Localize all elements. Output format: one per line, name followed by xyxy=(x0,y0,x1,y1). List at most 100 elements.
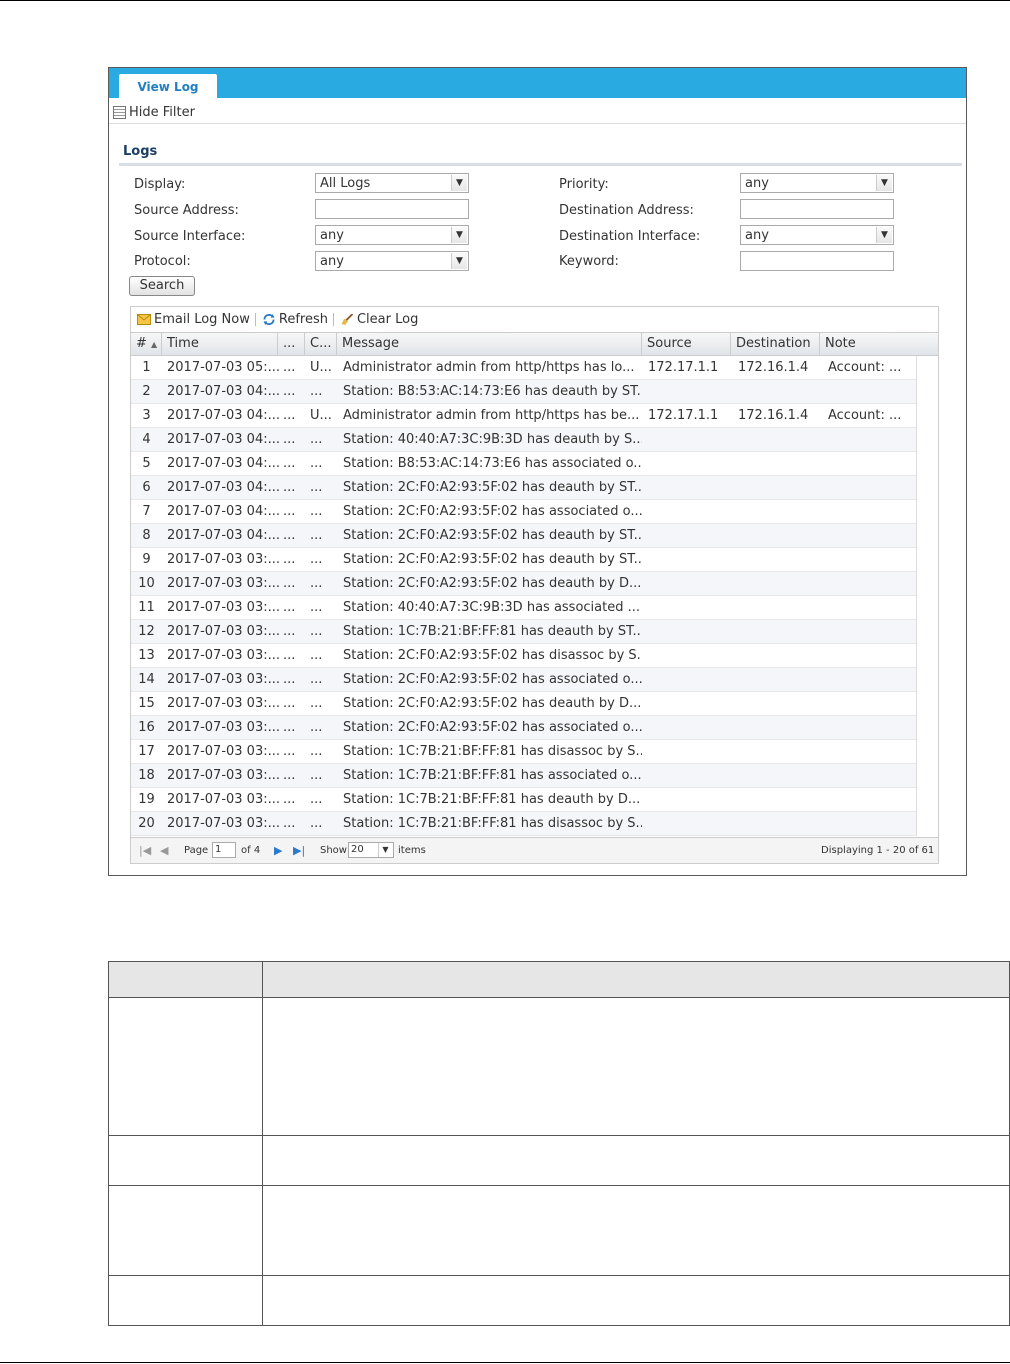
source-interface-select[interactable]: any ▼ xyxy=(315,225,469,245)
row-message: Administrator admin from http/https has … xyxy=(343,360,635,375)
source-address-input[interactable] xyxy=(315,199,469,219)
email-log-now-button[interactable]: Email Log Now xyxy=(137,312,250,327)
col-header-category[interactable]: C... xyxy=(305,333,337,355)
destination-address-input[interactable] xyxy=(740,199,894,219)
row-time: 2017-07-03 03:... xyxy=(167,744,279,759)
row-priority: ... xyxy=(283,624,296,639)
protocol-select[interactable]: any ▼ xyxy=(315,251,469,271)
row-note: Account: ... xyxy=(828,408,902,423)
row-priority: ... xyxy=(283,360,296,375)
row-number: 14 xyxy=(138,672,155,687)
page-size-select[interactable]: 20 ▼ xyxy=(348,842,394,858)
row-destination xyxy=(738,596,820,619)
row-message: Station: 40:40:A7:3C:9B:3D has associate… xyxy=(343,600,641,615)
display-label: Display: xyxy=(134,177,186,192)
display-select[interactable]: All Logs ▼ xyxy=(315,173,469,193)
toolbar-separator xyxy=(254,313,256,326)
table-row[interactable]: 16 2017-07-03 03:......... Station: 2C:F0:… xyxy=(131,716,916,740)
col-number-label: # xyxy=(136,336,147,351)
row-category: ... xyxy=(310,576,323,591)
table-row[interactable]: 12 2017-07-03 03:......... Station: 1C:7B:… xyxy=(131,620,916,644)
table-row[interactable]: 5 2017-07-03 04:......... Station: B8:53:A… xyxy=(131,452,916,476)
tab-view-log[interactable]: View Log xyxy=(119,74,217,98)
table-row[interactable]: 17 2017-07-03 03:......... Station: 1C:7B:… xyxy=(131,740,916,764)
table-row[interactable]: 2 2017-07-03 04:......... Station: B8:53:A… xyxy=(131,380,916,404)
row-number: 1 xyxy=(142,360,151,375)
search-button[interactable]: Search xyxy=(129,276,195,296)
row-priority: ... xyxy=(283,528,296,543)
hide-filter-label: Hide Filter xyxy=(129,104,195,120)
row-destination xyxy=(738,428,820,451)
table-row[interactable]: 7 2017-07-03 04:......... Station: 2C:F0:A… xyxy=(131,500,916,524)
row-number: 13 xyxy=(138,648,155,663)
first-page-icon[interactable]: |◀ xyxy=(139,844,151,857)
col-header-source[interactable]: Source xyxy=(642,333,731,355)
table-row[interactable]: 19 2017-07-03 03:......... Station: 1C:7B:… xyxy=(131,788,916,812)
row-priority: ... xyxy=(283,384,296,399)
table-row[interactable]: 1 2017-07-03 05:...... U... Administrator a… xyxy=(131,356,916,380)
table-row[interactable]: 6 2017-07-03 04:......... Station: 2C:F0:A… xyxy=(131,476,916,500)
row-destination xyxy=(738,644,820,667)
row-time: 2017-07-03 04:... xyxy=(167,432,279,447)
row-message: Station: 1C:7B:21:BF:FF:81 has deauth by… xyxy=(343,624,642,639)
col-header-priority[interactable]: ... xyxy=(278,333,305,355)
table-row[interactable]: 8 2017-07-03 04:......... Station: 2C:F0:A… xyxy=(131,524,916,548)
table-row[interactable]: 13 2017-07-03 03:......... Station: 2C:F0:… xyxy=(131,644,916,668)
row-time: 2017-07-03 03:... xyxy=(167,768,279,783)
row-time: 2017-07-03 03:... xyxy=(167,720,279,735)
row-message: Station: 2C:F0:A2:93:5F:02 has deauth by… xyxy=(343,696,642,711)
page-number-input[interactable]: 1 xyxy=(212,842,236,858)
destination-interface-select[interactable]: any ▼ xyxy=(740,225,894,245)
row-category: ... xyxy=(310,384,323,399)
row-source xyxy=(648,452,731,475)
table-row[interactable]: 3 2017-07-03 04:...... U... Administrator a… xyxy=(131,404,916,428)
row-category: ... xyxy=(310,552,323,567)
col-header-time[interactable]: Time xyxy=(162,333,278,355)
table-row[interactable]: 10 2017-07-03 03:......... Station: 2C:F0:… xyxy=(131,572,916,596)
refresh-button[interactable]: Refresh xyxy=(262,312,328,327)
priority-value: any xyxy=(745,176,769,191)
table-row[interactable]: 20 2017-07-03 03:......... Station: 1C:7B:… xyxy=(131,812,916,836)
grid-body: 1 2017-07-03 05:...... U... Administrator a… xyxy=(131,356,916,836)
row-note xyxy=(828,692,916,715)
table-row[interactable]: 9 2017-07-03 03:......... Station: 2C:F0:A… xyxy=(131,548,916,572)
section-title: Logs xyxy=(123,144,158,159)
col-header-destination[interactable]: Destination xyxy=(731,333,820,355)
chevron-down-icon: ▼ xyxy=(451,227,467,243)
row-destination xyxy=(738,572,820,595)
table-row[interactable]: 11 2017-07-03 03:......... Station: 40:40:… xyxy=(131,596,916,620)
col-header-message[interactable]: Message xyxy=(337,333,642,355)
row-source xyxy=(648,644,731,667)
prev-page-icon[interactable]: ◀ xyxy=(160,844,168,857)
row-source: 172.17.1.1 xyxy=(648,360,719,375)
next-page-icon[interactable]: ▶ xyxy=(274,844,282,857)
col-header-number[interactable]: # ▲ xyxy=(131,333,162,355)
row-note xyxy=(828,716,916,739)
row-time: 2017-07-03 04:... xyxy=(167,384,279,399)
table-row[interactable]: 15 2017-07-03 03:......... Station: 2C:F0:… xyxy=(131,692,916,716)
row-destination xyxy=(738,668,820,691)
hide-filter-toggle[interactable]: Hide Filter xyxy=(113,104,195,120)
row-priority: ... xyxy=(283,456,296,471)
row-time: 2017-07-03 04:... xyxy=(167,408,279,423)
table-row[interactable]: 4 2017-07-03 04:......... Station: 40:40:A… xyxy=(131,428,916,452)
col-header-note[interactable]: Note xyxy=(820,333,938,355)
row-category: ... xyxy=(310,792,323,807)
email-log-now-label: Email Log Now xyxy=(154,312,250,327)
keyword-input[interactable] xyxy=(740,251,894,271)
table-row[interactable]: 14 2017-07-03 03:......... Station: 2C:F0:… xyxy=(131,668,916,692)
clear-log-button[interactable]: Clear Log xyxy=(340,312,418,327)
table-row[interactable]: 18 2017-07-03 03:......... Station: 1C:7B:… xyxy=(131,764,916,788)
protocol-value: any xyxy=(320,254,344,269)
description-table xyxy=(108,961,1010,1326)
row-message: Station: 2C:F0:A2:93:5F:02 has deauth by… xyxy=(343,528,642,543)
priority-select[interactable]: any ▼ xyxy=(740,173,894,193)
row-number: 2 xyxy=(142,384,151,399)
table-header-cell xyxy=(108,961,263,998)
row-category: U... xyxy=(310,360,332,375)
refresh-label: Refresh xyxy=(278,312,328,327)
row-category: ... xyxy=(310,600,323,615)
vertical-scrollbar[interactable] xyxy=(916,356,938,836)
last-page-icon[interactable]: ▶| xyxy=(293,844,305,857)
row-time: 2017-07-03 04:... xyxy=(167,504,279,519)
